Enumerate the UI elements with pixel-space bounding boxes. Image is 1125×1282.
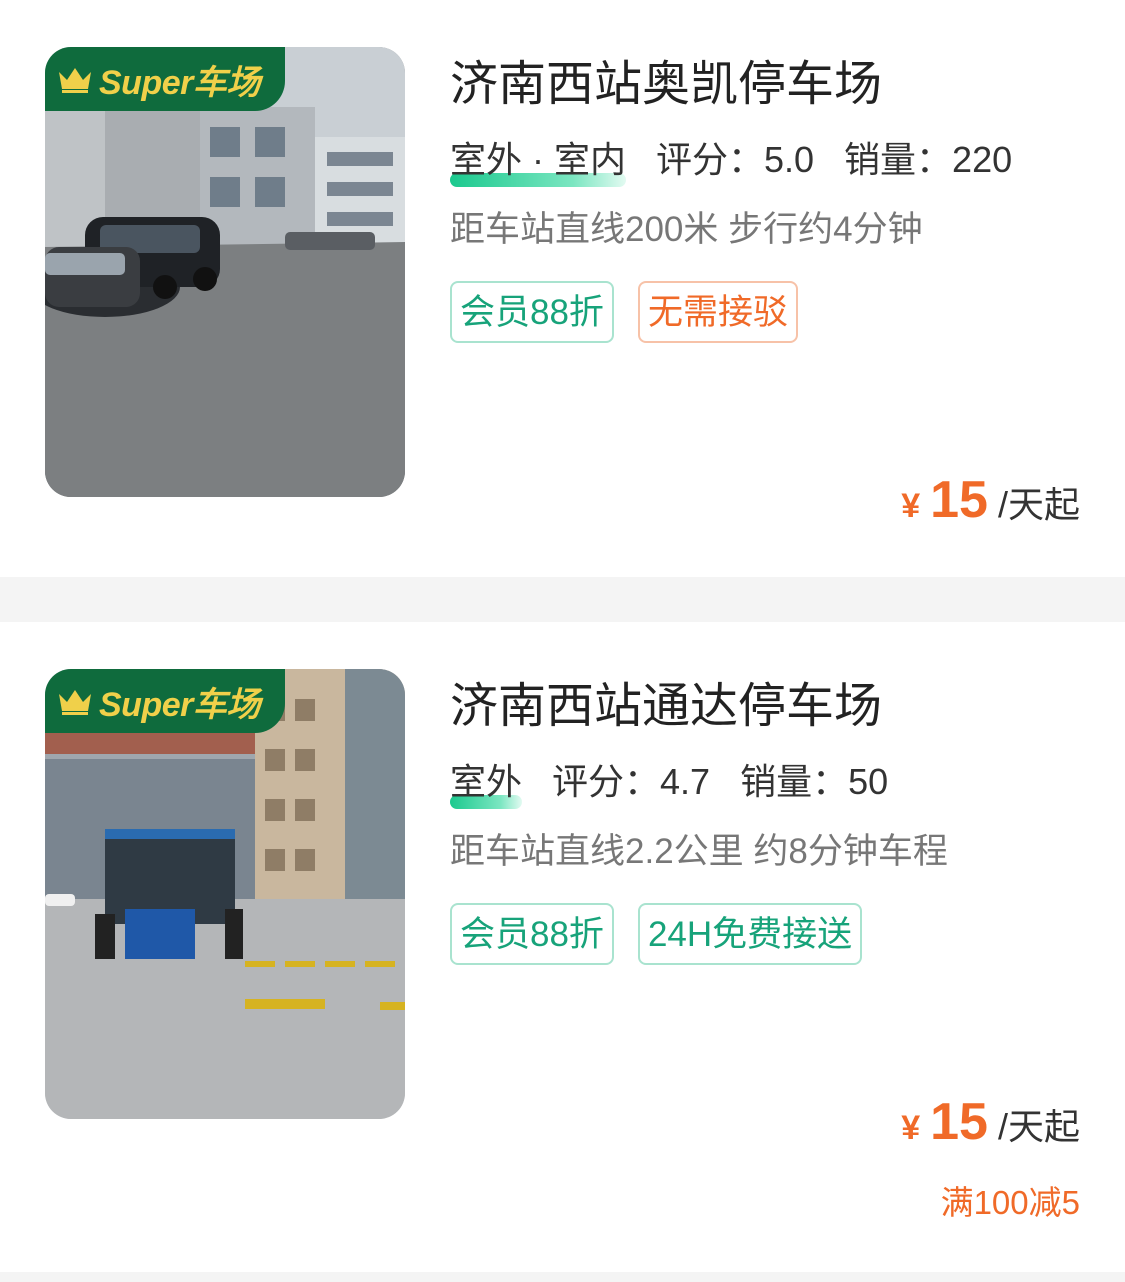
- card-divider: [0, 577, 1125, 622]
- sales-count: 销量：50: [740, 761, 889, 802]
- crown-icon: [59, 68, 91, 93]
- rating: 评分：5.0: [656, 139, 815, 180]
- parking-lot-info: 济南西站奥凯停车场 室外 · 室内 评分：5.0 销量：220 距车站直线200米 …: [450, 47, 1080, 343]
- tag-free-shuttle: 24H免费接送: [637, 903, 863, 965]
- tag-list: 会员88折 24H免费接送: [450, 903, 1080, 965]
- parking-lot-name[interactable]: 济南西站奥凯停车场: [450, 47, 1080, 123]
- super-lot-badge: Super车场: [45, 47, 285, 111]
- price: ¥ 15 /天起: [901, 1092, 1080, 1152]
- tag-no-shuttle: 无需接驳: [637, 281, 798, 343]
- currency-symbol: ¥: [901, 487, 921, 525]
- currency-symbol: ¥: [901, 1109, 921, 1147]
- super-lot-badge: Super车场: [45, 669, 285, 733]
- parking-lot-meta: 室外 评分：4.7 销量：50: [450, 761, 1080, 809]
- badge-label: Super车场: [99, 685, 260, 724]
- parking-lot-info: 济南西站通达停车场 室外 评分：4.7 销量：50 距车站直线2.2公里 约8分钟车…: [450, 669, 1080, 965]
- tag-member-discount: 会员88折: [450, 281, 614, 343]
- parking-lot-photo-image: [45, 47, 405, 497]
- parking-lot-photo[interactable]: Super车场: [45, 47, 405, 497]
- price-value: 15: [930, 471, 988, 529]
- promo-text: 满100减5: [940, 1184, 1080, 1221]
- price-unit: /天起: [997, 484, 1080, 525]
- distance-text: 距车站直线200米 步行约4分钟: [450, 210, 923, 249]
- sales-count: 销量：220: [844, 139, 1013, 180]
- parking-lot-card[interactable]: Super车场 济南西站通达停车场 室外 评分：4.7 销量：50 距车站直线2.2…: [0, 622, 1125, 1272]
- parking-lot-meta: 室外 · 室内 评分：5.0 销量：220: [450, 139, 1080, 187]
- lot-type: 室外 · 室内: [450, 139, 626, 187]
- parking-lot-photo[interactable]: Super车场: [45, 669, 405, 1119]
- tag-list: 会员88折 无需接驳: [450, 281, 1080, 343]
- price-value: 15: [930, 1093, 988, 1151]
- price-unit: /天起: [997, 1106, 1080, 1147]
- lot-type: 室外: [450, 761, 523, 809]
- card-divider: [0, 1272, 1125, 1282]
- crown-icon: [59, 690, 91, 715]
- badge-label: Super车场: [99, 63, 260, 102]
- price: ¥ 15 /天起: [901, 470, 1080, 530]
- parking-lot-photo-image: [45, 669, 405, 1119]
- parking-lot-name[interactable]: 济南西站通达停车场: [450, 669, 1080, 745]
- tag-member-discount: 会员88折: [450, 903, 614, 965]
- parking-lot-card[interactable]: Super车场 济南西站奥凯停车场 室外 · 室内 评分：5.0 销量：220 距车…: [0, 0, 1125, 577]
- distance-text: 距车站直线2.2公里 约8分钟车程: [450, 832, 948, 871]
- rating: 评分：4.7: [552, 761, 711, 802]
